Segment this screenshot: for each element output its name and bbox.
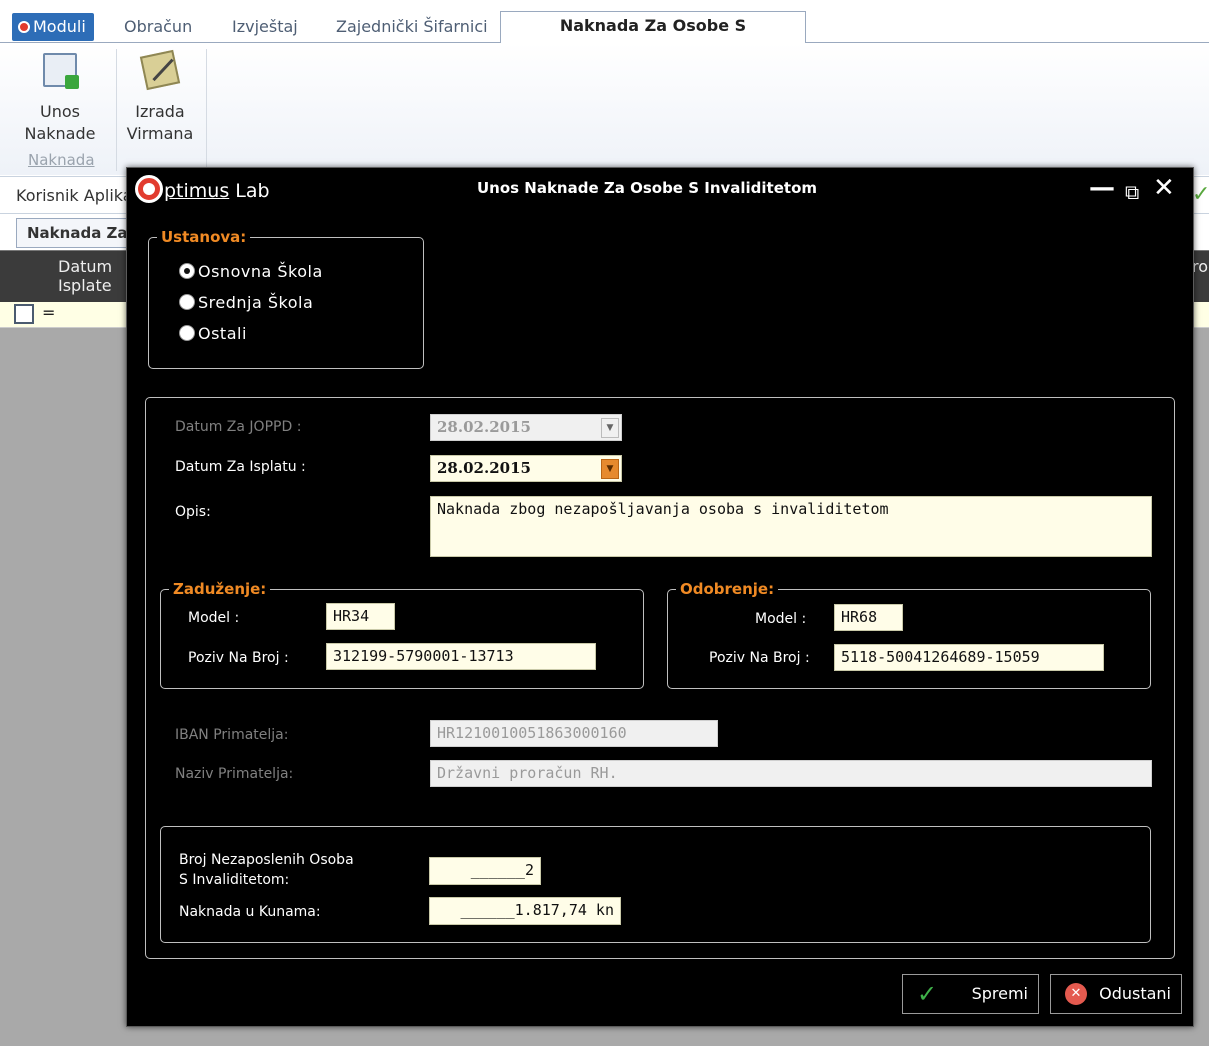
datum-joppd-label: Datum Za JOPPD : — [175, 419, 302, 435]
ustanova-group: Ustanova: Osnovna Škola Srednja Škola Os… — [148, 228, 424, 369]
izrada-label-2: Virmana — [126, 124, 194, 143]
naknada-kune-input[interactable]: ______1.817,74 kn — [429, 897, 621, 925]
filter-operator[interactable]: = — [42, 303, 55, 322]
ustanova-legend: Ustanova: — [157, 228, 251, 246]
radio-label: Ostali — [198, 324, 247, 343]
broj-label-line: Broj Nezaposlenih Osoba — [179, 852, 354, 868]
unos-naknade-button[interactable]: Unos Naknade — [18, 53, 102, 145]
odobrenje-poziv-input[interactable]: 5118-50041264689-15059 — [834, 644, 1104, 671]
ribbon-separator — [116, 49, 117, 171]
dialog-title: Unos Naknade Za Osobe S Invaliditetom — [476, 179, 818, 197]
ribbon-tabstrip: Moduli Obračun Izvještaj Zajednički Šifa… — [0, 0, 1209, 63]
tab-obracun[interactable]: Obračun — [116, 13, 200, 43]
check-icon[interactable]: ✓ — [1192, 182, 1209, 207]
zaduzenje-group: Zaduženje: Model : HR34 Poziv Na Broj : … — [160, 580, 644, 689]
dropdown-arrow-icon[interactable]: ▼ — [601, 459, 619, 479]
cancel-icon: ✕ — [1065, 983, 1087, 1005]
naziv-field: Državni proračun RH. — [430, 760, 1152, 787]
odobrenje-group: Odobrenje: Model : HR68 Poziv Na Broj : … — [667, 580, 1151, 689]
radio-icon — [179, 294, 195, 310]
spremi-label: Spremi — [971, 984, 1028, 1003]
radio-label: Srednja Škola — [198, 293, 314, 312]
odustani-button[interactable]: ✕ Odustani — [1050, 974, 1182, 1014]
ribbon-group-label: Naknada — [28, 151, 95, 169]
check-icon: ✓ — [917, 980, 938, 1008]
tab-izvjestaj[interactable]: Izvještaj — [224, 13, 306, 43]
optimus-lab-logo: ptimus Lab — [135, 175, 270, 203]
broj-label-line: S Invaliditetom: — [179, 872, 290, 888]
zaduzenje-model-label: Model : — [188, 610, 240, 626]
close-icon[interactable]: ✕ — [1153, 174, 1175, 202]
broj-label: Broj Nezaposlenih Osoba S Invaliditetom: — [179, 850, 354, 890]
ribbon: Unos Naknade Izrada Virmana Naknada — [0, 43, 1209, 175]
datum-isplata-value: 28.02.2015 — [437, 459, 531, 477]
odobrenje-legend: Odobrenje: — [676, 580, 779, 598]
opis-label: Opis: — [175, 504, 211, 520]
naziv-label: Naziv Primatelja: — [175, 766, 294, 782]
opis-textarea[interactable]: Naknada zbog nezapošljavanja osoba s inv… — [430, 496, 1152, 557]
zaduzenje-model-input[interactable]: HR34 — [326, 603, 395, 630]
izrada-virmana-button[interactable]: Izrada Virmana — [120, 49, 200, 145]
zaduzenje-poziv-label: Poziv Na Broj : — [188, 650, 289, 666]
dropdown-arrow-icon: ▼ — [601, 418, 619, 438]
radio-srednja-skola[interactable]: Srednja Škola — [179, 293, 313, 312]
obracun-group: Broj Nezaposlenih Osoba S Invaliditetom:… — [160, 826, 1151, 943]
ribbon-separator — [206, 49, 207, 171]
iban-field: HR1210010051863000160 — [430, 720, 718, 747]
column-label: Isplate — [58, 276, 112, 295]
zaduzenje-legend: Zaduženje: — [169, 580, 271, 598]
logo-text: ptimus — [164, 180, 230, 202]
zaduzenje-poziv-input[interactable]: 312199-5790001-13713 — [326, 643, 596, 670]
tab-zajednicki-sifarnici[interactable]: Zajednički Šifarnici — [328, 13, 496, 43]
tab-naknada-za-osobe[interactable]: Naknada Za Osobe S Invaliditetom — [500, 11, 806, 63]
spremi-button[interactable]: ✓ Spremi — [902, 974, 1039, 1014]
datum-joppd-value: 28.02.2015 — [437, 418, 531, 436]
datum-isplata-field[interactable]: 28.02.2015 ▼ — [430, 455, 622, 482]
logo-text-lab: Lab — [229, 180, 270, 202]
radio-osnovna-skola[interactable]: Osnovna Škola — [179, 262, 323, 281]
tab-moduli[interactable]: Moduli — [12, 13, 94, 41]
tab-moduli-label: Moduli — [33, 17, 86, 36]
filter-icon[interactable] — [14, 304, 34, 324]
radio-selected-icon — [179, 263, 195, 279]
unos-label-2: Naknade — [24, 124, 96, 143]
unos-naknade-dialog: ptimus Lab Unos Naknade Za Osobe S Inval… — [126, 167, 1194, 1027]
sign-document-icon — [139, 49, 181, 91]
details-panel: Datum Za JOPPD : 28.02.2015 ▼ Datum Za I… — [145, 397, 1175, 959]
odustani-label: Odustani — [1099, 984, 1171, 1003]
logo-o-icon — [135, 175, 163, 203]
odobrenje-poziv-label: Poziv Na Broj : — [709, 650, 810, 666]
column-truncated[interactable]: ro — [1192, 257, 1208, 276]
radio-label: Osnovna Škola — [198, 262, 323, 281]
radio-ostali[interactable]: Ostali — [179, 324, 247, 343]
column-datum-isplate[interactable]: Datum Isplate — [58, 257, 112, 295]
datum-isplata-label: Datum Za Isplatu : — [175, 459, 306, 475]
column-label: Datum — [58, 257, 113, 276]
moduli-icon — [18, 21, 30, 33]
unos-label-1: Unos — [40, 102, 80, 121]
odobrenje-model-input[interactable]: HR68 — [834, 604, 903, 631]
odobrenje-model-label: Model : — [755, 611, 807, 627]
iban-label: IBAN Primatelja: — [175, 727, 289, 743]
izrada-label-1: Izrada — [135, 102, 185, 121]
new-document-icon — [43, 53, 79, 89]
datum-joppd-field: 28.02.2015 ▼ — [430, 414, 622, 441]
restore-icon[interactable]: ⧉ — [1125, 178, 1139, 206]
radio-icon — [179, 325, 195, 341]
naknada-label: Naknada u Kunama: — [179, 904, 321, 920]
minimize-icon[interactable]: — — [1089, 174, 1115, 202]
broj-osoba-input[interactable]: ______2 — [429, 857, 541, 885]
